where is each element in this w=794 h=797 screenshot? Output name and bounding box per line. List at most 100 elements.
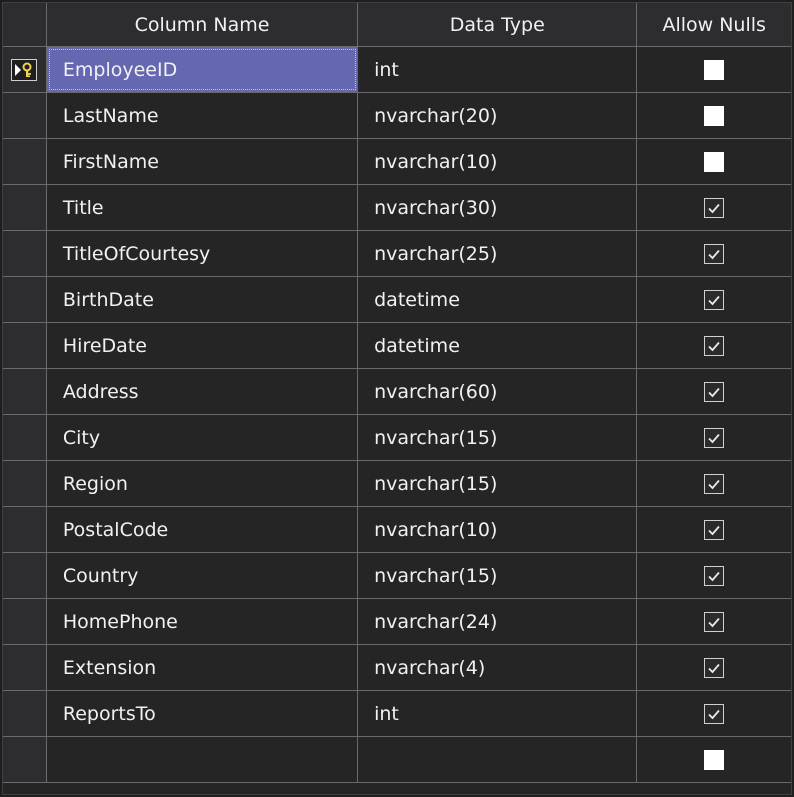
column-name-cell[interactable]: Country — [47, 553, 359, 598]
column-name-cell[interactable]: Region — [47, 461, 359, 506]
allow-nulls-checkbox[interactable] — [704, 565, 725, 586]
column-name-cell[interactable]: FirstName — [47, 139, 359, 184]
column-name-cell[interactable]: ReportsTo — [47, 691, 359, 736]
table-row[interactable]: Extension nvarchar(4) — [3, 645, 791, 691]
table-row[interactable]: BirthDate datetime — [3, 277, 791, 323]
allow-nulls-cell — [637, 139, 791, 184]
allow-nulls-checkbox[interactable] — [704, 197, 725, 218]
checkmark-icon — [708, 525, 720, 535]
column-name-cell[interactable]: Address — [47, 369, 359, 414]
table-row[interactable] — [3, 737, 791, 783]
checkmark-icon — [708, 295, 720, 305]
data-type-cell[interactable]: int — [358, 47, 638, 92]
data-type-cell[interactable]: nvarchar(15) — [358, 553, 638, 598]
row-selector-header[interactable] — [3, 3, 47, 46]
column-name-cell[interactable]: Extension — [47, 645, 359, 690]
allow-nulls-checkbox[interactable] — [704, 381, 725, 402]
row-selector[interactable] — [3, 139, 47, 184]
allow-nulls-header[interactable]: Allow Nulls — [637, 3, 791, 46]
column-name-cell[interactable]: BirthDate — [47, 277, 359, 322]
allow-nulls-checkbox[interactable] — [704, 289, 725, 310]
data-type-cell[interactable]: nvarchar(20) — [358, 93, 638, 138]
table-row[interactable]: Address nvarchar(60) — [3, 369, 791, 415]
allow-nulls-cell — [637, 231, 791, 276]
allow-nulls-checkbox[interactable] — [704, 105, 725, 126]
checkmark-icon — [708, 709, 720, 719]
row-selector[interactable] — [3, 369, 47, 414]
row-selector[interactable] — [3, 507, 47, 552]
table-row[interactable]: HireDate datetime — [3, 323, 791, 369]
data-type-cell[interactable]: nvarchar(60) — [358, 369, 638, 414]
data-type-cell[interactable] — [358, 737, 638, 782]
column-name-cell[interactable]: HomePhone — [47, 599, 359, 644]
data-type-cell[interactable]: nvarchar(10) — [358, 507, 638, 552]
allow-nulls-checkbox[interactable] — [704, 473, 725, 494]
allow-nulls-cell — [637, 47, 791, 92]
row-selector[interactable] — [3, 47, 47, 92]
row-selector[interactable] — [3, 323, 47, 368]
table-designer-grid: Column Name Data Type Allow Nulls Employ… — [2, 2, 792, 795]
row-selector[interactable] — [3, 277, 47, 322]
row-selector[interactable] — [3, 553, 47, 598]
table-row[interactable]: EmployeeID int — [3, 47, 791, 93]
allow-nulls-checkbox[interactable] — [704, 59, 725, 80]
allow-nulls-cell — [637, 93, 791, 138]
data-type-cell[interactable]: int — [358, 691, 638, 736]
row-selector[interactable] — [3, 691, 47, 736]
table-row[interactable]: City nvarchar(15) — [3, 415, 791, 461]
row-selector[interactable] — [3, 599, 47, 644]
allow-nulls-checkbox[interactable] — [704, 519, 725, 540]
allow-nulls-checkbox[interactable] — [704, 243, 725, 264]
data-type-cell[interactable]: nvarchar(15) — [358, 461, 638, 506]
checkmark-icon — [708, 433, 720, 443]
row-selector[interactable] — [3, 185, 47, 230]
data-type-cell[interactable]: nvarchar(24) — [358, 599, 638, 644]
table-row[interactable]: ReportsTo int — [3, 691, 791, 737]
checkmark-icon — [708, 249, 720, 259]
row-selector[interactable] — [3, 93, 47, 138]
column-name-cell[interactable] — [47, 737, 359, 782]
row-selector[interactable] — [3, 737, 47, 782]
allow-nulls-cell — [637, 461, 791, 506]
column-name-cell[interactable]: LastName — [47, 93, 359, 138]
row-selector[interactable] — [3, 231, 47, 276]
data-type-cell[interactable]: nvarchar(25) — [358, 231, 638, 276]
allow-nulls-checkbox[interactable] — [704, 749, 725, 770]
column-name-cell[interactable]: PostalCode — [47, 507, 359, 552]
column-name-cell[interactable]: HireDate — [47, 323, 359, 368]
table-row[interactable]: Title nvarchar(30) — [3, 185, 791, 231]
row-selector[interactable] — [3, 415, 47, 460]
column-name-cell[interactable]: Title — [47, 185, 359, 230]
allow-nulls-checkbox[interactable] — [704, 427, 725, 448]
allow-nulls-checkbox[interactable] — [704, 151, 725, 172]
data-type-cell[interactable]: datetime — [358, 323, 638, 368]
data-type-cell[interactable]: nvarchar(10) — [358, 139, 638, 184]
table-row[interactable]: Country nvarchar(15) — [3, 553, 791, 599]
table-row[interactable]: FirstName nvarchar(10) — [3, 139, 791, 185]
column-name-cell[interactable]: City — [47, 415, 359, 460]
table-row[interactable]: PostalCode nvarchar(10) — [3, 507, 791, 553]
data-type-cell[interactable]: nvarchar(15) — [358, 415, 638, 460]
allow-nulls-checkbox[interactable] — [704, 703, 725, 724]
checkmark-icon — [708, 663, 720, 673]
allow-nulls-checkbox[interactable] — [704, 335, 725, 356]
table-row[interactable]: HomePhone nvarchar(24) — [3, 599, 791, 645]
table-row[interactable]: LastName nvarchar(20) — [3, 93, 791, 139]
table-row[interactable]: TitleOfCourtesy nvarchar(25) — [3, 231, 791, 277]
column-name-cell[interactable]: EmployeeID — [46, 47, 359, 92]
allow-nulls-checkbox[interactable] — [704, 657, 725, 678]
checkmark-icon — [708, 479, 720, 489]
row-selector[interactable] — [3, 461, 47, 506]
allow-nulls-checkbox[interactable] — [704, 611, 725, 632]
data-type-cell[interactable]: datetime — [358, 277, 638, 322]
row-selector[interactable] — [3, 645, 47, 690]
table-row[interactable]: Region nvarchar(15) — [3, 461, 791, 507]
data-type-cell[interactable]: nvarchar(4) — [358, 645, 638, 690]
allow-nulls-cell — [637, 645, 791, 690]
allow-nulls-cell — [637, 737, 791, 782]
data-type-cell[interactable]: nvarchar(30) — [358, 185, 638, 230]
column-name-header[interactable]: Column Name — [47, 3, 359, 46]
column-name-cell[interactable]: TitleOfCourtesy — [47, 231, 359, 276]
checkmark-icon — [708, 617, 720, 627]
data-type-header[interactable]: Data Type — [358, 3, 638, 46]
